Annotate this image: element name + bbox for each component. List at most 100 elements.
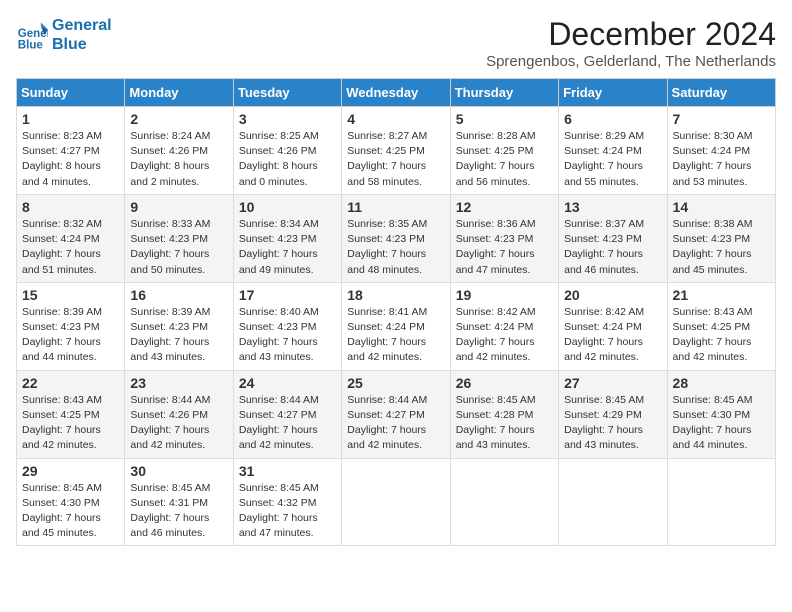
day-info: Sunrise: 8:39 AMSunset: 4:23 PMDaylight:…: [22, 305, 119, 366]
day-info: Sunrise: 8:38 AMSunset: 4:23 PMDaylight:…: [673, 217, 770, 278]
calendar-cell: 17 Sunrise: 8:40 AMSunset: 4:23 PMDayligh…: [233, 282, 341, 370]
calendar-cell: 14 Sunrise: 8:38 AMSunset: 4:23 PMDayligh…: [667, 194, 775, 282]
calendar-cell: [559, 458, 667, 546]
day-info: Sunrise: 8:25 AMSunset: 4:26 PMDaylight:…: [239, 129, 336, 190]
day-info: Sunrise: 8:42 AMSunset: 4:24 PMDaylight:…: [456, 305, 553, 366]
header-thursday: Thursday: [450, 79, 558, 107]
header-monday: Monday: [125, 79, 233, 107]
day-info: Sunrise: 8:37 AMSunset: 4:23 PMDaylight:…: [564, 217, 661, 278]
svg-text:Blue: Blue: [18, 40, 44, 52]
day-info: Sunrise: 8:41 AMSunset: 4:24 PMDaylight:…: [347, 305, 444, 366]
calendar-cell: 24Sunrise: 8:44 AMSunset: 4:27 PMDayligh…: [233, 370, 341, 458]
day-info: Sunrise: 8:30 AMSunset: 4:24 PMDaylight:…: [673, 129, 770, 190]
calendar-cell: 28 Sunrise: 8:45 AMSunset: 4:30 PMDayligh…: [667, 370, 775, 458]
calendar-cell: 16Sunrise: 8:39 AMSunset: 4:23 PMDayligh…: [125, 282, 233, 370]
day-number: 26: [456, 375, 553, 391]
day-info: Sunrise: 8:45 AMSunset: 4:29 PMDaylight:…: [564, 393, 661, 454]
day-info: Sunrise: 8:44 AMSunset: 4:27 PMDaylight:…: [347, 393, 444, 454]
calendar-table: SundayMondayTuesdayWednesdayThursdayFrid…: [16, 78, 776, 546]
day-info: Sunrise: 8:45 AMSunset: 4:28 PMDaylight:…: [456, 393, 553, 454]
day-number: 20: [564, 287, 661, 303]
calendar-week-row: 1Sunrise: 8:23 AMSunset: 4:27 PMDaylight…: [17, 107, 776, 195]
calendar-cell: 31 Sunrise: 8:45 AMSunset: 4:32 PMDayligh…: [233, 458, 341, 546]
calendar-cell: 11 Sunrise: 8:35 AMSunset: 4:23 PMDayligh…: [342, 194, 450, 282]
calendar-cell: 26 Sunrise: 8:45 AMSunset: 4:28 PMDayligh…: [450, 370, 558, 458]
calendar-cell: 27 Sunrise: 8:45 AMSunset: 4:29 PMDayligh…: [559, 370, 667, 458]
day-info: Sunrise: 8:45 AMSunset: 4:30 PMDaylight:…: [673, 393, 770, 454]
calendar-cell: 15 Sunrise: 8:39 AMSunset: 4:23 PMDayligh…: [17, 282, 125, 370]
day-number: 17: [239, 287, 336, 303]
calendar-cell: 8Sunrise: 8:32 AMSunset: 4:24 PMDaylight…: [17, 194, 125, 282]
day-info: Sunrise: 8:28 AMSunset: 4:25 PMDaylight:…: [456, 129, 553, 190]
day-info: Sunrise: 8:29 AMSunset: 4:24 PMDaylight:…: [564, 129, 661, 190]
day-info: Sunrise: 8:45 AMSunset: 4:32 PMDaylight:…: [239, 481, 336, 542]
header-wednesday: Wednesday: [342, 79, 450, 107]
day-number: 13: [564, 199, 661, 215]
calendar-cell: 20Sunrise: 8:42 AMSunset: 4:24 PMDayligh…: [559, 282, 667, 370]
day-number: 21: [673, 287, 770, 303]
calendar-cell: 19 Sunrise: 8:42 AMSunset: 4:24 PMDayligh…: [450, 282, 558, 370]
day-info: Sunrise: 8:43 AMSunset: 4:25 PMDaylight:…: [22, 393, 119, 454]
subtitle: Sprengenbos, Gelderland, The Netherlands: [486, 53, 776, 70]
calendar-cell: 25 Sunrise: 8:44 AMSunset: 4:27 PMDayligh…: [342, 370, 450, 458]
header-sunday: Sunday: [17, 79, 125, 107]
day-info: Sunrise: 8:33 AMSunset: 4:23 PMDaylight:…: [130, 217, 227, 278]
calendar-cell: 12Sunrise: 8:36 AMSunset: 4:23 PMDayligh…: [450, 194, 558, 282]
day-info: Sunrise: 8:24 AMSunset: 4:26 PMDaylight:…: [130, 129, 227, 190]
calendar-cell: [450, 458, 558, 546]
day-info: Sunrise: 8:34 AMSunset: 4:23 PMDaylight:…: [239, 217, 336, 278]
day-info: Sunrise: 8:32 AMSunset: 4:24 PMDaylight:…: [22, 217, 119, 278]
day-number: 31: [239, 463, 336, 479]
logo-line2: Blue: [52, 36, 87, 53]
calendar-cell: [667, 458, 775, 546]
header-friday: Friday: [559, 79, 667, 107]
day-number: 16: [130, 287, 227, 303]
calendar-cell: 30 Sunrise: 8:45 AMSunset: 4:31 PMDayligh…: [125, 458, 233, 546]
calendar-cell: 1Sunrise: 8:23 AMSunset: 4:27 PMDaylight…: [17, 107, 125, 195]
calendar-cell: 21Sunrise: 8:43 AMSunset: 4:25 PMDayligh…: [667, 282, 775, 370]
title-block: December 2024 Sprengenbos, Gelderland, T…: [486, 16, 776, 70]
logo-icon: General Blue: [16, 19, 48, 51]
day-info: Sunrise: 8:40 AMSunset: 4:23 PMDaylight:…: [239, 305, 336, 366]
calendar-cell: 22 Sunrise: 8:43 AMSunset: 4:25 PMDayligh…: [17, 370, 125, 458]
day-number: 11: [347, 199, 444, 215]
day-number: 2: [130, 111, 227, 127]
day-number: 28: [673, 375, 770, 391]
logo-line1: General: [52, 17, 112, 34]
day-info: Sunrise: 8:45 AMSunset: 4:31 PMDaylight:…: [130, 481, 227, 542]
day-number: 29: [22, 463, 119, 479]
calendar-cell: 13 Sunrise: 8:37 AMSunset: 4:23 PMDayligh…: [559, 194, 667, 282]
day-number: 24: [239, 375, 336, 391]
day-number: 18: [347, 287, 444, 303]
day-number: 5: [456, 111, 553, 127]
header-saturday: Saturday: [667, 79, 775, 107]
calendar-cell: 7 Sunrise: 8:30 AMSunset: 4:24 PMDaylight…: [667, 107, 775, 195]
header-tuesday: Tuesday: [233, 79, 341, 107]
day-number: 19: [456, 287, 553, 303]
day-number: 15: [22, 287, 119, 303]
calendar-week-row: 29 Sunrise: 8:45 AMSunset: 4:30 PMDayligh…: [17, 458, 776, 546]
day-number: 9: [130, 199, 227, 215]
day-number: 22: [22, 375, 119, 391]
calendar-cell: 29 Sunrise: 8:45 AMSunset: 4:30 PMDayligh…: [17, 458, 125, 546]
calendar-cell: 23Sunrise: 8:44 AMSunset: 4:26 PMDayligh…: [125, 370, 233, 458]
day-info: Sunrise: 8:35 AMSunset: 4:23 PMDaylight:…: [347, 217, 444, 278]
calendar-week-row: 15 Sunrise: 8:39 AMSunset: 4:23 PMDayligh…: [17, 282, 776, 370]
calendar-cell: [342, 458, 450, 546]
calendar-cell: 6Sunrise: 8:29 AMSunset: 4:24 PMDaylight…: [559, 107, 667, 195]
day-number: 7: [673, 111, 770, 127]
day-info: Sunrise: 8:27 AMSunset: 4:25 PMDaylight:…: [347, 129, 444, 190]
day-number: 4: [347, 111, 444, 127]
calendar-cell: 9 Sunrise: 8:33 AMSunset: 4:23 PMDaylight…: [125, 194, 233, 282]
day-number: 25: [347, 375, 444, 391]
day-number: 27: [564, 375, 661, 391]
calendar-cell: 18 Sunrise: 8:41 AMSunset: 4:24 PMDayligh…: [342, 282, 450, 370]
main-title: December 2024: [486, 16, 776, 53]
day-number: 30: [130, 463, 227, 479]
logo-text: General Blue: [52, 16, 112, 54]
calendar-cell: 5 Sunrise: 8:28 AMSunset: 4:25 PMDaylight…: [450, 107, 558, 195]
day-info: Sunrise: 8:45 AMSunset: 4:30 PMDaylight:…: [22, 481, 119, 542]
day-number: 14: [673, 199, 770, 215]
day-number: 10: [239, 199, 336, 215]
calendar-cell: 10 Sunrise: 8:34 AMSunset: 4:23 PMDayligh…: [233, 194, 341, 282]
